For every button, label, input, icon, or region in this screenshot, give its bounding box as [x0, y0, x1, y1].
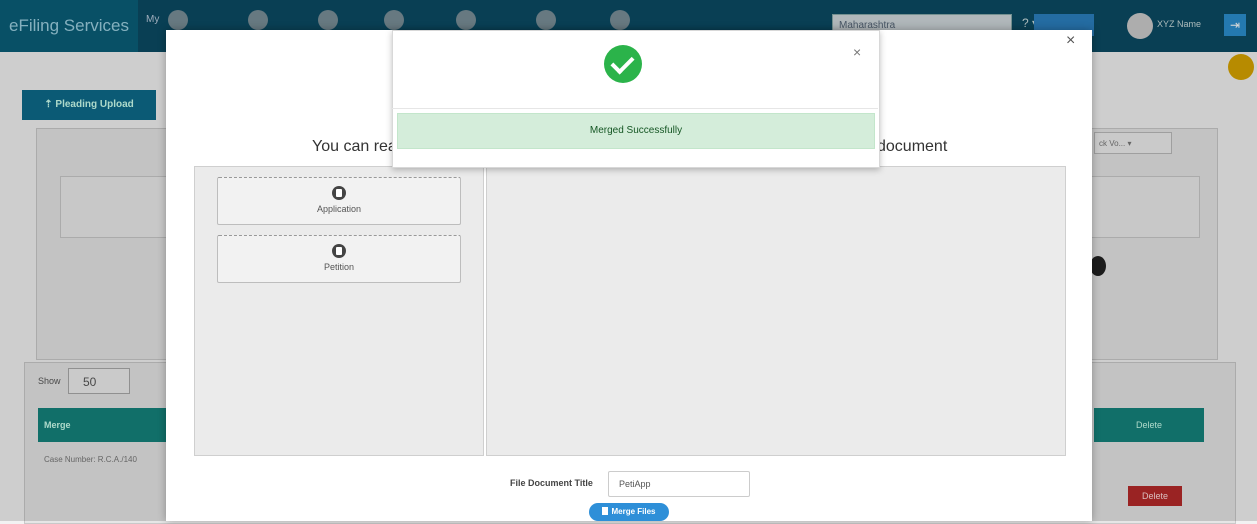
file-icon: [332, 186, 346, 200]
document-card-petition[interactable]: Petition: [217, 235, 461, 283]
file-title-input[interactable]: [608, 471, 750, 497]
file-icon: [332, 244, 346, 258]
file-icon: [602, 507, 609, 515]
merge-files-label: Merge Files: [611, 507, 656, 516]
merge-files-button[interactable]: Merge Files: [589, 503, 669, 521]
modal-close-icon[interactable]: ×: [1066, 32, 1075, 50]
document-card-application[interactable]: Application: [217, 177, 461, 225]
file-title-label: File Document Title: [510, 478, 593, 488]
document-label: Application: [316, 204, 362, 214]
drop-zone-panel[interactable]: [486, 166, 1066, 456]
divider: [392, 108, 878, 109]
document-label: Petition: [323, 262, 355, 272]
modal-heading-right: document: [877, 138, 948, 155]
success-message: Merged Successfully: [397, 113, 875, 149]
check-circle-icon: [604, 45, 642, 83]
modal-heading-left: You can rea: [312, 138, 397, 155]
alert-close-icon[interactable]: ×: [853, 44, 861, 60]
